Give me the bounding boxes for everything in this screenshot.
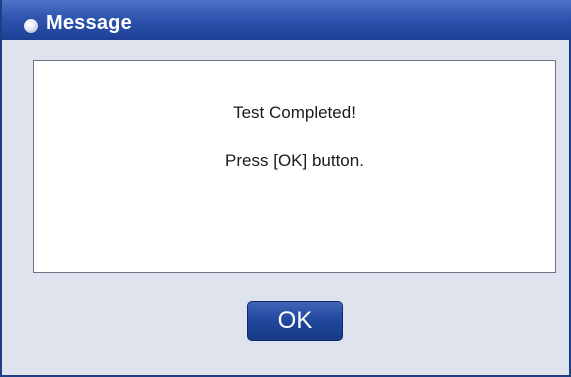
message-panel: Test Completed! Press [OK] button. — [33, 60, 556, 273]
message-text-line2: Press [OK] button. — [225, 151, 364, 170]
dialog-titlebar[interactable]: Message — [2, 0, 571, 40]
ok-button[interactable]: OK — [247, 301, 343, 341]
window-icon — [24, 19, 38, 33]
message-dialog: Message Test Completed! Press [OK] butto… — [0, 0, 571, 377]
dialog-title: Message — [46, 12, 132, 34]
message-text-line1: Test Completed! — [233, 103, 356, 122]
